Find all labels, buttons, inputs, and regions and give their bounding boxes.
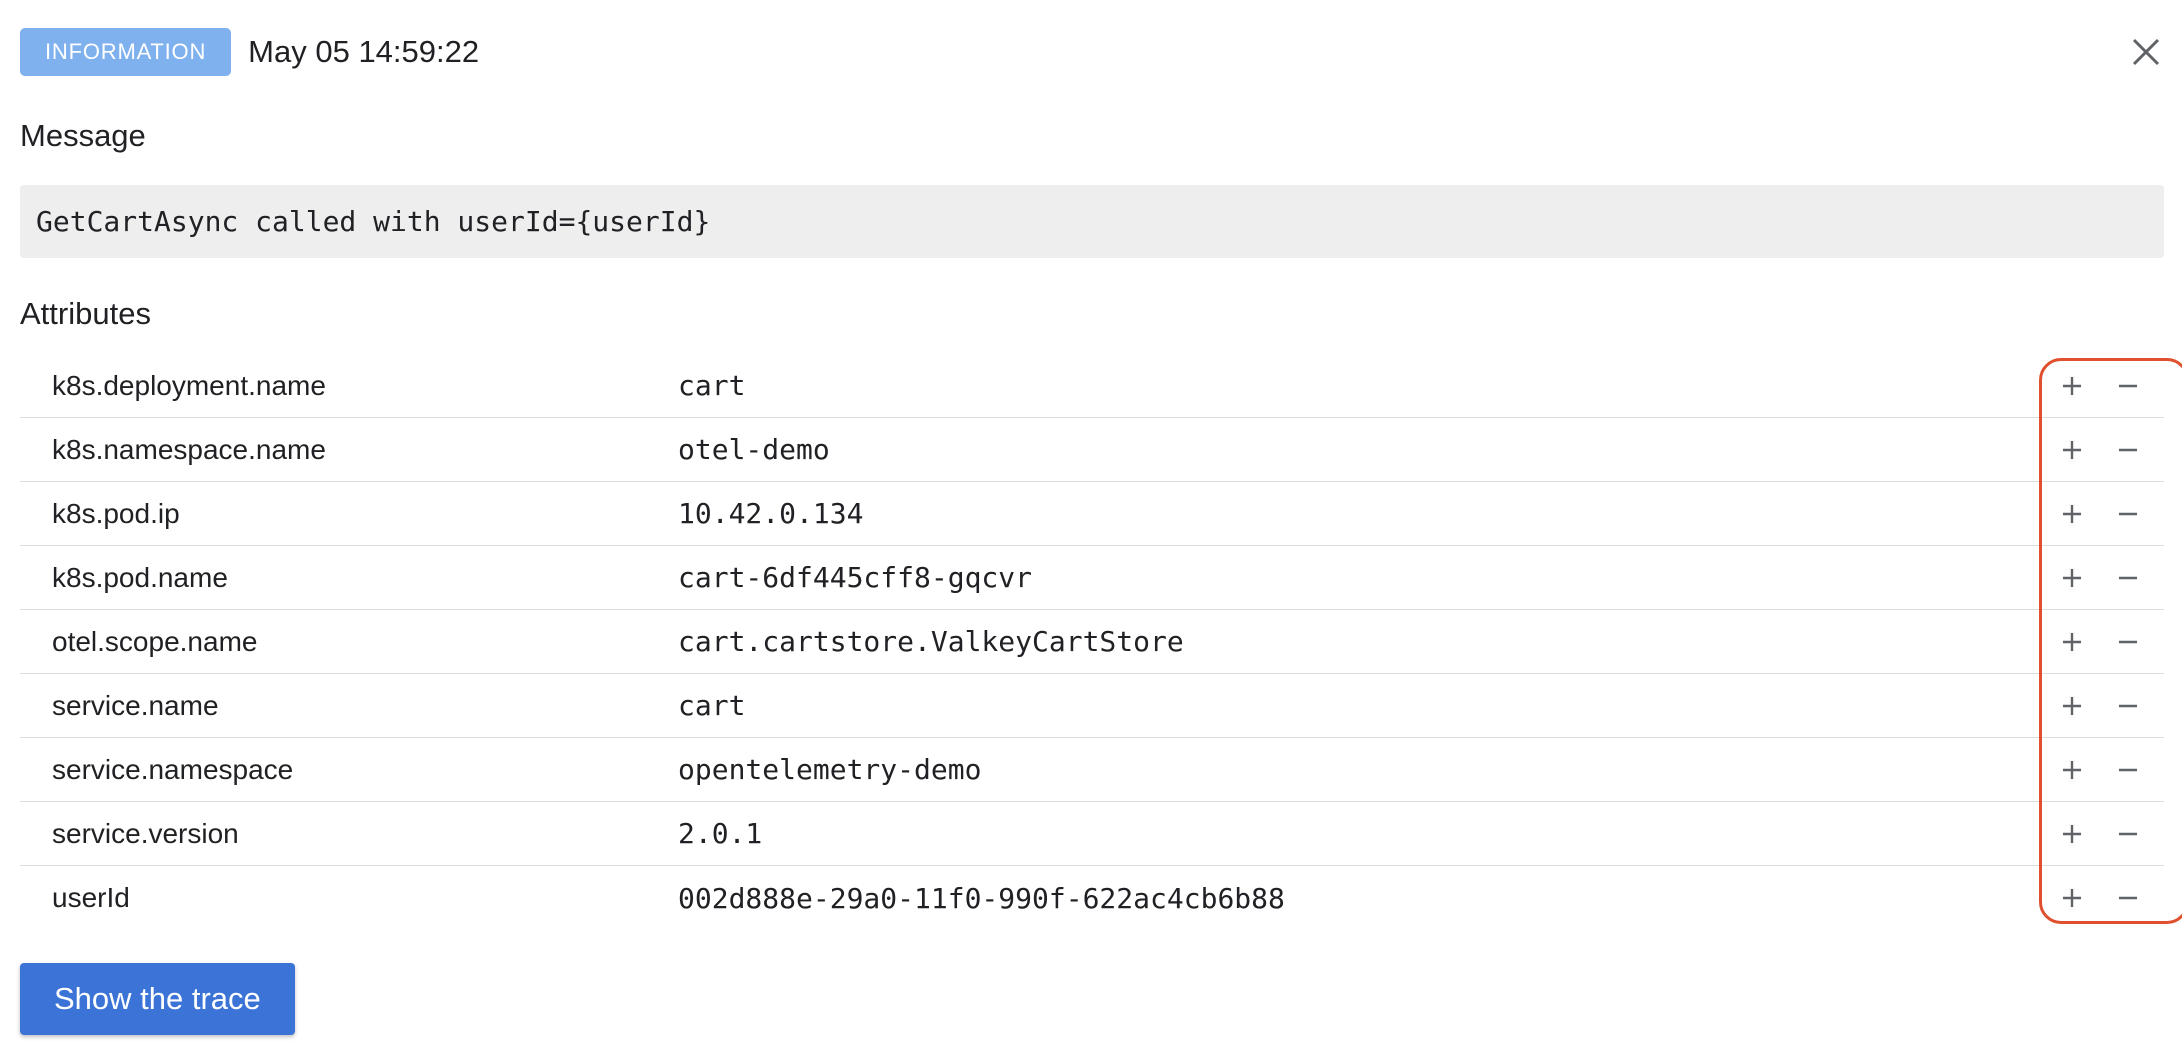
attribute-value: cart-6df445cff8-gqcvr xyxy=(678,561,1033,594)
level-badge: INFORMATION xyxy=(20,28,232,76)
attribute-key: k8s.namespace.name xyxy=(52,433,326,465)
filter-exclude-button[interactable] xyxy=(2106,684,2150,728)
message-section-title: Message xyxy=(20,118,146,153)
plus-icon xyxy=(2063,376,2081,395)
log-header: INFORMATION May 05 14:59:22 xyxy=(20,28,2164,76)
filter-exclude-button[interactable] xyxy=(2106,812,2150,856)
filter-include-button[interactable] xyxy=(2050,812,2094,856)
filter-include-button[interactable] xyxy=(2050,556,2094,600)
attribute-value: opentelemetry-demo xyxy=(678,753,982,786)
filter-exclude-button[interactable] xyxy=(2106,748,2150,792)
attribute-key: service.version xyxy=(52,817,239,849)
attribute-actions xyxy=(2050,748,2150,792)
log-timestamp: May 05 14:59:22 xyxy=(248,34,480,69)
attribute-row: k8s.pod.ip 10.42.0.134 xyxy=(20,482,2164,546)
filter-exclude-button[interactable] xyxy=(2106,364,2150,408)
attribute-value: cart.cartstore.ValkeyCartStore xyxy=(678,625,1184,658)
filter-exclude-button[interactable] xyxy=(2106,428,2150,472)
attribute-key: otel.scope.name xyxy=(52,625,258,657)
minus-icon xyxy=(2119,640,2137,643)
attributes-section-title: Attributes xyxy=(20,296,151,331)
close-button[interactable] xyxy=(2122,28,2170,76)
plus-icon xyxy=(2063,632,2081,651)
attribute-row: service.namespace opentelemetry-demo xyxy=(20,738,2164,802)
filter-include-button[interactable] xyxy=(2050,748,2094,792)
attribute-value: cart xyxy=(678,689,746,722)
attribute-actions xyxy=(2050,428,2150,472)
minus-icon xyxy=(2119,512,2137,515)
message-text: GetCartAsync called with userId={userId} xyxy=(20,185,2164,258)
filter-exclude-button[interactable] xyxy=(2106,492,2150,536)
filter-include-button[interactable] xyxy=(2050,876,2094,920)
filter-include-button[interactable] xyxy=(2050,428,2094,472)
filter-include-button[interactable] xyxy=(2050,364,2094,408)
minus-icon xyxy=(2119,768,2137,771)
attribute-row: k8s.pod.name cart-6df445cff8-gqcvr xyxy=(20,546,2164,610)
attribute-row: service.name cart xyxy=(20,674,2164,738)
minus-icon xyxy=(2119,576,2137,579)
attribute-row: k8s.deployment.name cart xyxy=(20,354,2164,418)
attribute-actions xyxy=(2050,556,2150,600)
attribute-value: 2.0.1 xyxy=(678,817,763,850)
attribute-value: 002d888e-29a0-11f0-990f-622ac4cb6b88 xyxy=(678,881,1285,915)
attribute-actions xyxy=(2050,364,2150,408)
plus-icon xyxy=(2063,440,2081,459)
attribute-value: cart xyxy=(678,369,746,402)
attribute-key: k8s.pod.name xyxy=(52,561,228,593)
attribute-key: service.name xyxy=(52,689,219,721)
attribute-actions xyxy=(2050,492,2150,536)
minus-icon xyxy=(2119,896,2137,900)
log-detail-panel: INFORMATION May 05 14:59:22 Message GetC… xyxy=(20,0,2182,1048)
attribute-row: service.version 2.0.1 xyxy=(20,802,2164,866)
attribute-row: otel.scope.name cart.cartstore.ValkeyCart… xyxy=(20,610,2164,674)
plus-icon xyxy=(2063,824,2081,843)
minus-icon xyxy=(2119,448,2137,451)
filter-include-button[interactable] xyxy=(2050,684,2094,728)
attribute-row: userId 002d888e-29a0-11f0-990f-622ac4cb6b… xyxy=(20,866,2164,930)
minus-icon xyxy=(2119,832,2137,835)
attribute-actions xyxy=(2050,812,2150,856)
attributes-table: k8s.deployment.name cart k8s.namespace.nam… xyxy=(20,354,2164,930)
show-trace-button[interactable]: Show the trace xyxy=(20,963,295,1035)
attribute-key: k8s.pod.ip xyxy=(52,497,180,529)
attribute-key: k8s.deployment.name xyxy=(52,369,326,401)
attribute-key: userId xyxy=(52,882,130,913)
attribute-value: 10.42.0.134 xyxy=(678,497,864,530)
attribute-row: k8s.namespace.name otel-demo xyxy=(20,418,2164,482)
plus-icon xyxy=(2063,760,2081,779)
plus-icon xyxy=(2063,568,2081,587)
attribute-actions xyxy=(2050,620,2150,664)
filter-exclude-button[interactable] xyxy=(2106,556,2150,600)
minus-icon xyxy=(2119,384,2137,387)
minus-icon xyxy=(2119,704,2137,707)
close-icon xyxy=(2132,38,2160,66)
plus-icon xyxy=(2063,504,2081,523)
plus-icon xyxy=(2063,889,2081,907)
plus-icon xyxy=(2063,696,2081,715)
attribute-value: otel-demo xyxy=(678,433,830,466)
filter-exclude-button[interactable] xyxy=(2106,876,2150,920)
attribute-key: service.namespace xyxy=(52,753,294,785)
attribute-actions xyxy=(2050,876,2150,920)
filter-include-button[interactable] xyxy=(2050,620,2094,664)
attribute-actions xyxy=(2050,684,2150,728)
filter-exclude-button[interactable] xyxy=(2106,620,2150,664)
filter-include-button[interactable] xyxy=(2050,492,2094,536)
